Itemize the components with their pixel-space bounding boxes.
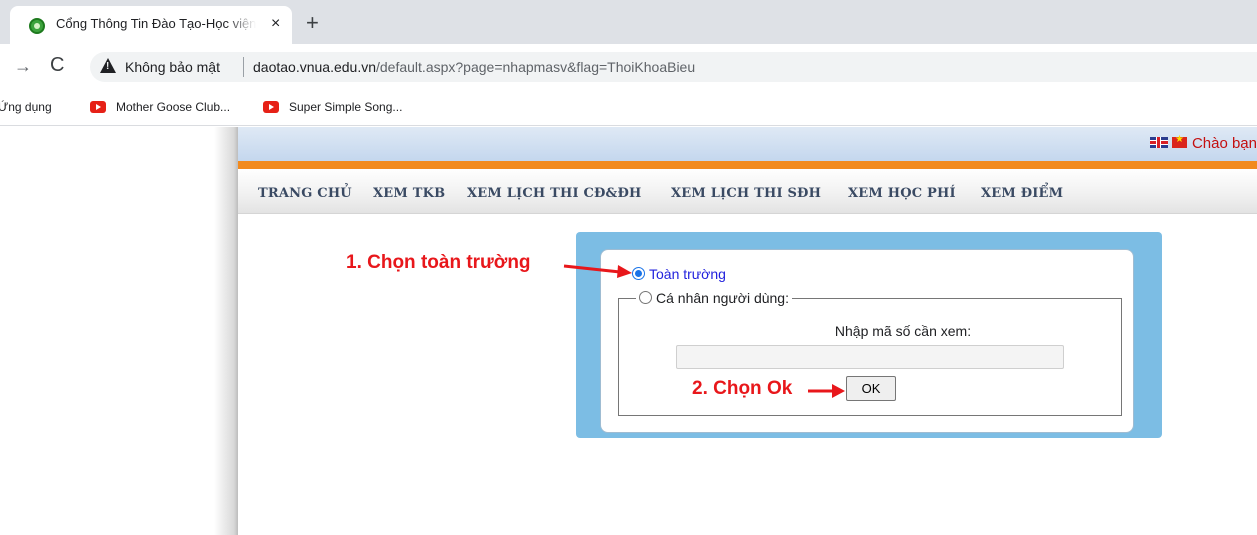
bookmark-super-simple[interactable]: Super Simple Song... — [263, 100, 402, 114]
omnibox-divider — [243, 57, 244, 77]
bookmark-label: Super Simple Song... — [289, 100, 403, 114]
header-language-greeting: Chào bạn — [1149, 134, 1257, 152]
greeting-text: Chào bạn — [1191, 135, 1257, 152]
menu-item-graduate-exam[interactable]: XEM LỊCH THI SĐH — [671, 186, 821, 201]
annotation-arrow-step1 — [563, 264, 632, 278]
bookmark-label: Mother Goose Club... — [116, 100, 231, 114]
forward-arrow-icon[interactable]: → — [14, 56, 32, 76]
vietnam-flag-icon[interactable] — [1171, 134, 1187, 148]
menu-item-exam-schedule[interactable]: XEM LỊCH THI CĐ&ĐH — [467, 186, 642, 201]
header-accent-bar — [238, 161, 1257, 169]
annotation-step2: 2. Chọn Ok — [692, 378, 793, 399]
url-host: daotao.vnua.edu.vn — [253, 59, 376, 75]
personal-label: Cá nhân người dùng: — [656, 290, 789, 306]
bookmark-mother-goose[interactable]: Mother Goose Club... — [90, 100, 230, 114]
whole-school-label: Toàn trường — [649, 266, 726, 282]
site-favicon-icon — [29, 18, 45, 34]
warning-icon[interactable] — [100, 58, 116, 73]
url-path: /default.aspx?page=nhapmasv&flag=ThoiKho… — [376, 59, 696, 75]
option-whole-school[interactable]: Toàn trường — [632, 266, 726, 282]
reload-icon[interactable]: C — [50, 55, 64, 75]
site-header: Chào bạn — [238, 127, 1257, 161]
bookmarks-bar: Ứng dụng Mother Goose Club... Super Simp… — [0, 90, 1257, 126]
english-flag-icon[interactable] — [1149, 137, 1168, 148]
youtube-icon — [90, 101, 106, 113]
url-text[interactable]: daotao.vnua.edu.vn/default.aspx?page=nha… — [253, 59, 695, 75]
new-tab-button[interactable]: + — [306, 12, 319, 34]
code-label: Nhập mã số cần xem: — [834, 323, 972, 339]
ok-button[interactable]: OK — [846, 376, 896, 401]
menu-item-grades[interactable]: XEM ĐIỂM — [981, 186, 1063, 201]
menu-item-tuition[interactable]: XEM HỌC PHÍ — [848, 186, 956, 201]
annotation-step1: 1. Chọn toàn trường — [346, 252, 531, 273]
security-label[interactable]: Không bảo mật — [125, 59, 220, 75]
browser-toolbar: → C Không bảo mật daotao.vnua.edu.vn/def… — [0, 44, 1257, 90]
youtube-icon — [263, 101, 279, 113]
browser-tabstrip: Cổng Thông Tin Đào Tạo-Học viện × + — [0, 0, 1257, 44]
main-menu: TRANG CHỦ XEM TKB XEM LỊCH THI CĐ&ĐH XEM… — [238, 169, 1257, 214]
bookmark-apps[interactable]: Ứng dụng — [0, 100, 52, 114]
annotation-arrow-step2 — [808, 384, 845, 398]
personal-radio[interactable] — [639, 291, 652, 304]
menu-item-home[interactable]: TRANG CHỦ — [258, 186, 352, 201]
address-bar[interactable]: Không bảo mật daotao.vnua.edu.vn/default… — [90, 52, 1257, 82]
tab-title: Cổng Thông Tin Đào Tạo-Học viện — [56, 16, 256, 31]
menu-item-timetable[interactable]: XEM TKB — [373, 186, 445, 201]
tab-close-icon[interactable]: × — [271, 14, 280, 34]
page-left-margin — [0, 127, 238, 535]
browser-tab[interactable]: Cổng Thông Tin Đào Tạo-Học viện × — [10, 6, 292, 44]
code-input[interactable] — [676, 345, 1064, 369]
option-personal[interactable]: Cá nhân người dùng: — [636, 290, 792, 306]
